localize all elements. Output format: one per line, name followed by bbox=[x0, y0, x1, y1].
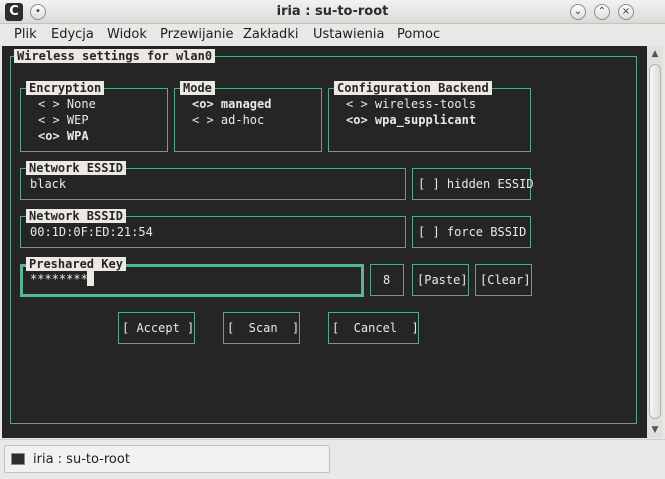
encryption-option-wpa[interactable]: <o> WPA bbox=[38, 129, 89, 143]
mode-option-adhoc[interactable]: < > ad-hoc bbox=[192, 113, 264, 127]
menu-przewijanie[interactable]: Przewijanie bbox=[160, 27, 233, 43]
menu-ustawienia[interactable]: Ustawienia bbox=[313, 27, 384, 43]
close-icon[interactable]: × bbox=[618, 4, 634, 20]
tab-label: iria : su-to-root bbox=[33, 452, 130, 467]
terminal[interactable]: Wireless settings for wlan0 Encryption <… bbox=[2, 46, 647, 438]
mode-title: Mode bbox=[180, 81, 215, 95]
terminal-icon bbox=[11, 453, 25, 465]
scrollbar-thumb[interactable] bbox=[649, 64, 661, 419]
mode-option-managed[interactable]: <o> managed bbox=[192, 97, 271, 111]
backend-title: Configuration Backend bbox=[334, 81, 492, 95]
force-bssid-label: [ ] force BSSID bbox=[418, 225, 527, 239]
hidden-essid-label: [ ] hidden ESSID bbox=[418, 177, 534, 191]
scrollbar[interactable]: ▲ ▼ bbox=[647, 46, 663, 438]
cancel-button-label: [ Cancel ] bbox=[332, 321, 419, 335]
scan-button-label: [ Scan ] bbox=[227, 321, 300, 335]
psk-length: 8 bbox=[383, 273, 391, 287]
title-bar: C • iria : su-to-root ⌄ ⌃ × bbox=[0, 0, 665, 24]
menu-edycja[interactable]: Edycja bbox=[51, 27, 94, 43]
dialog-title: Wireless settings for wlan0 bbox=[14, 49, 216, 63]
essid-value: black bbox=[30, 177, 67, 191]
backend-option-wpa-supplicant[interactable]: <o> wpa_supplicant bbox=[346, 113, 476, 127]
clear-button-label: [Clear] bbox=[480, 273, 531, 287]
bssid-value: 00:1D:0F:ED:21:54 bbox=[30, 225, 153, 239]
menu-zakladki[interactable]: Zakładki bbox=[243, 27, 298, 43]
tab-bar: iria : su-to-root bbox=[0, 439, 665, 479]
essid-title: Network ESSID bbox=[26, 161, 126, 175]
bssid-title: Network BSSID bbox=[26, 209, 126, 223]
text-cursor bbox=[87, 271, 94, 286]
encryption-option-wep[interactable]: < > WEP bbox=[38, 113, 89, 127]
scroll-down-icon[interactable]: ▼ bbox=[647, 422, 663, 438]
encryption-option-none[interactable]: < > None bbox=[38, 97, 96, 111]
psk-title: Preshared Key bbox=[26, 257, 126, 271]
menu-pomoc[interactable]: Pomoc bbox=[397, 27, 440, 43]
tab-su-to-root[interactable]: iria : su-to-root bbox=[4, 445, 330, 473]
psk-value: ******** bbox=[30, 272, 88, 286]
scroll-up-icon[interactable]: ▲ bbox=[647, 46, 663, 62]
backend-option-wireless-tools[interactable]: < > wireless-tools bbox=[346, 97, 476, 111]
paste-button-label: [Paste] bbox=[417, 273, 468, 287]
menu-bar: Plik Edycja Widok Przewijanie Zakładki U… bbox=[0, 24, 665, 46]
accept-button-label: [ Accept ] bbox=[122, 321, 195, 335]
encryption-title: Encryption bbox=[26, 81, 105, 95]
chevron-down-icon[interactable]: ⌄ bbox=[570, 4, 586, 20]
window-title: iria : su-to-root bbox=[276, 4, 389, 19]
chevron-up-icon[interactable]: ⌃ bbox=[594, 4, 610, 20]
menu-plik[interactable]: Plik bbox=[14, 27, 37, 43]
menu-widok[interactable]: Widok bbox=[107, 27, 147, 43]
